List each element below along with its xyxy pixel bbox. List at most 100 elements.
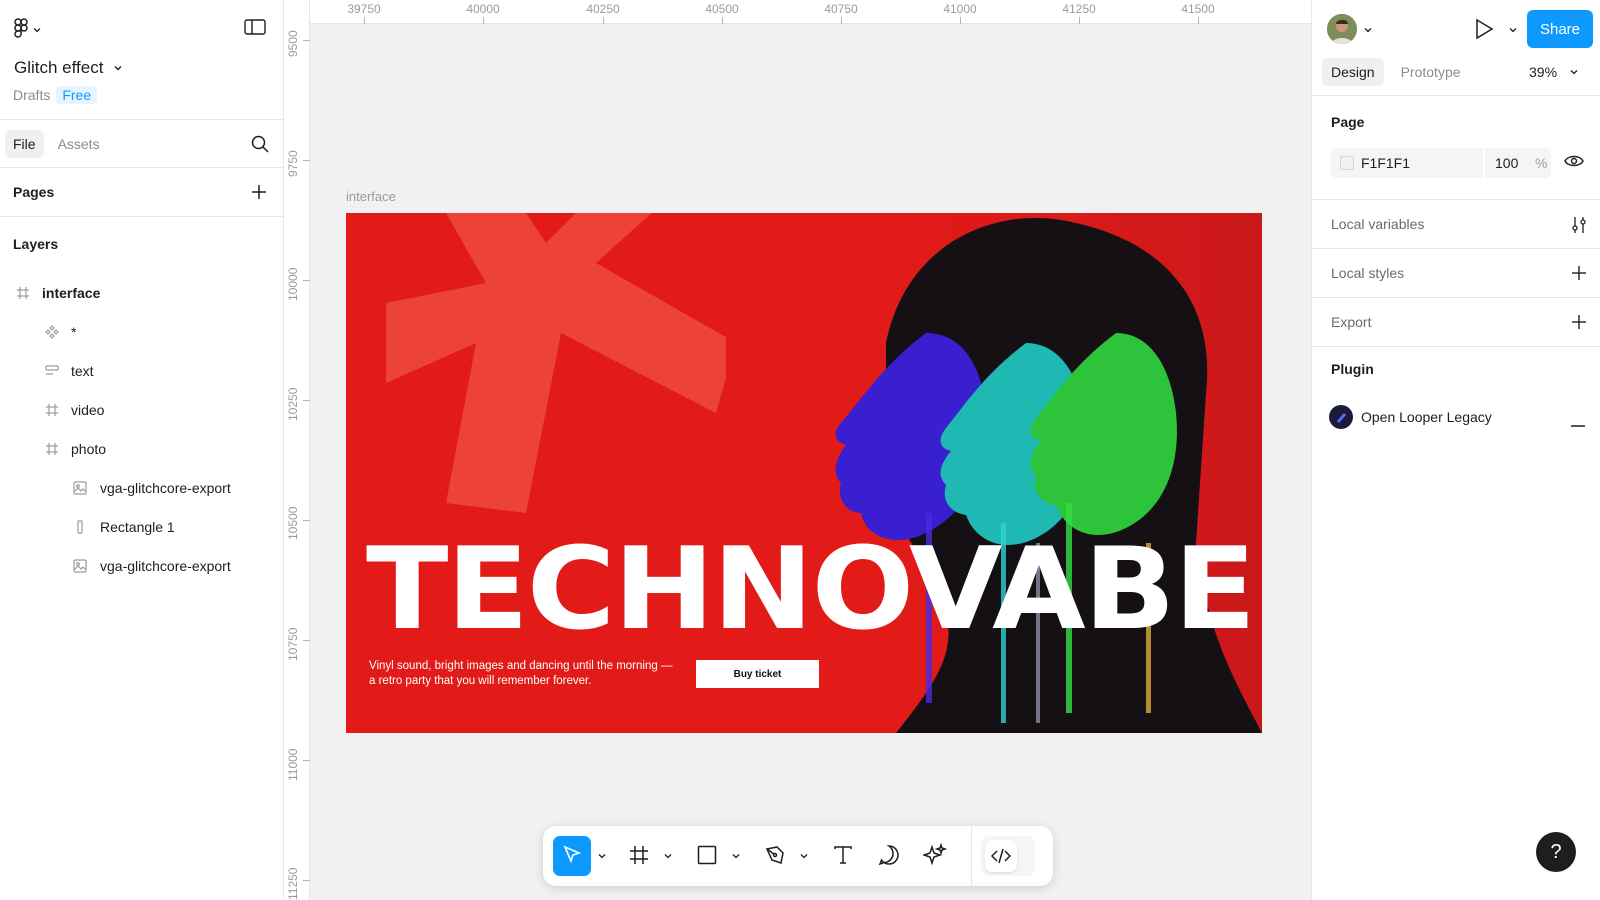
frame-tool-menu[interactable] xyxy=(661,836,675,876)
present-button[interactable] xyxy=(1474,18,1494,43)
ruler-label: 40750 xyxy=(824,2,858,16)
chevron-down-icon xyxy=(113,58,123,78)
file-header: Glitch effect Drafts Free xyxy=(0,0,283,120)
layer-name: vga-glitchcore-export xyxy=(100,557,231,574)
frame-icon xyxy=(15,285,31,301)
dev-mode-toggle[interactable] xyxy=(981,836,1035,876)
layer-row[interactable]: vga-glitchcore-export xyxy=(0,468,283,507)
code-icon xyxy=(985,840,1017,872)
plugin-item[interactable]: Open Looper Legacy xyxy=(1329,405,1492,429)
tab-design[interactable]: Design xyxy=(1322,58,1384,86)
chevron-down-icon xyxy=(799,848,809,864)
plus-icon[interactable] xyxy=(1571,265,1587,284)
actions-tool[interactable] xyxy=(919,836,951,876)
description-text[interactable]: Vinyl sound, bright images and dancing u… xyxy=(369,659,679,689)
chevron-down-icon xyxy=(597,848,607,864)
move-tool-menu[interactable] xyxy=(595,836,609,876)
layer-name: interface xyxy=(42,284,101,301)
frame-label[interactable]: interface xyxy=(346,189,396,204)
chevron-down-icon xyxy=(731,848,741,864)
layer-row[interactable]: photo xyxy=(0,429,283,468)
tab-assets[interactable]: Assets xyxy=(50,130,108,158)
layers-title: Layers xyxy=(13,236,59,252)
pen-icon xyxy=(764,844,786,869)
ruler-label: 39750 xyxy=(347,2,381,16)
avatar[interactable] xyxy=(1327,14,1357,44)
plugin-icon xyxy=(1329,405,1353,429)
pen-tool[interactable] xyxy=(759,836,791,876)
add-page-icon[interactable] xyxy=(251,184,267,203)
eye-icon[interactable] xyxy=(1564,154,1584,171)
tab-prototype[interactable]: Prototype xyxy=(1392,58,1470,86)
plus-icon[interactable] xyxy=(1571,314,1587,333)
minus-icon[interactable] xyxy=(1570,415,1586,431)
ruler-label: 41000 xyxy=(943,2,977,16)
layer-row[interactable]: text xyxy=(0,351,283,390)
bottom-toolbar xyxy=(543,826,1053,886)
plan-badge[interactable]: Free xyxy=(56,86,98,104)
local-variables-label: Local variables xyxy=(1331,216,1425,232)
left-panel: Glitch effect Drafts Free File Assets Pa… xyxy=(0,0,284,900)
layer-name: photo xyxy=(71,440,107,457)
headline-text[interactable]: TECHNOVABE xyxy=(366,533,1256,646)
chevron-down-icon[interactable] xyxy=(1508,22,1518,38)
component-icon xyxy=(44,324,60,340)
fill-opacity-value[interactable]: 100 xyxy=(1495,155,1518,171)
file-meta: Drafts Free xyxy=(13,86,98,104)
ruler-label: 9500 xyxy=(286,30,300,57)
local-styles-label: Local styles xyxy=(1331,265,1405,281)
color-swatch[interactable] xyxy=(1340,156,1354,170)
help-button[interactable]: ? xyxy=(1536,832,1576,872)
tab-file[interactable]: File xyxy=(5,129,44,158)
ruler-label: 10500 xyxy=(286,506,300,540)
buy-ticket-button[interactable]: Buy ticket xyxy=(696,660,819,688)
pen-tool-menu[interactable] xyxy=(797,836,811,876)
comment-icon xyxy=(878,844,900,869)
asterisk-graphic[interactable] xyxy=(386,213,726,553)
share-button[interactable]: Share xyxy=(1527,10,1593,48)
zoom-dropdown[interactable]: 39% xyxy=(1529,64,1579,80)
export-row[interactable]: Export xyxy=(1312,298,1600,347)
frame-tool[interactable] xyxy=(623,836,655,876)
file-location[interactable]: Drafts xyxy=(13,87,50,103)
layer-row[interactable]: Rectangle 1 xyxy=(0,507,283,546)
file-name-button[interactable]: Glitch effect xyxy=(14,58,123,78)
sidebar-toggle-button[interactable] xyxy=(244,18,266,39)
layer-row[interactable]: vga-glitchcore-export xyxy=(0,546,283,585)
canvas[interactable]: 9500 9750 10000 10250 10500 10750 11000 … xyxy=(284,0,1311,900)
photo-group[interactable] xyxy=(736,213,1262,733)
ruler-tick xyxy=(303,280,310,281)
ruler-tick xyxy=(364,17,365,24)
fill-hex-value[interactable]: F1F1F1 xyxy=(1361,155,1410,171)
layer-row[interactable]: interface xyxy=(0,273,283,312)
chevron-down-icon[interactable] xyxy=(1363,22,1373,38)
layer-row[interactable]: video xyxy=(0,390,283,429)
rectangle-tool[interactable] xyxy=(691,836,723,876)
frame-icon xyxy=(44,441,60,457)
comment-tool[interactable] xyxy=(873,836,905,876)
text-icon xyxy=(833,845,853,868)
ruler-label: 41250 xyxy=(1062,2,1096,16)
page-section: Page F1F1F1 100 % xyxy=(1312,96,1600,200)
ruler-tick xyxy=(483,17,484,24)
ruler-tick xyxy=(1198,17,1199,24)
ruler-tick xyxy=(603,17,604,24)
page-fill-field[interactable]: F1F1F1 100 % xyxy=(1331,148,1551,178)
rectangle-tool-menu[interactable] xyxy=(729,836,743,876)
ruler-tick xyxy=(303,640,310,641)
sidebar-icon xyxy=(244,19,266,39)
text-tool[interactable] xyxy=(827,836,859,876)
sliders-icon[interactable] xyxy=(1571,216,1587,237)
local-styles-row[interactable]: Local styles xyxy=(1312,249,1600,298)
interface-frame[interactable]: TECHNOVABE Vinyl sound, bright images an… xyxy=(346,213,1262,733)
move-tool[interactable] xyxy=(553,836,591,876)
search-icon[interactable] xyxy=(251,135,269,156)
ruler-label: 40500 xyxy=(705,2,739,16)
layer-name: Rectangle 1 xyxy=(100,518,175,535)
main-menu-button[interactable] xyxy=(14,18,42,41)
ruler-tick xyxy=(841,17,842,24)
local-variables-row[interactable]: Local variables xyxy=(1312,200,1600,249)
layer-row[interactable]: * xyxy=(0,312,283,351)
layer-name: * xyxy=(71,323,77,340)
image-icon xyxy=(72,558,88,574)
